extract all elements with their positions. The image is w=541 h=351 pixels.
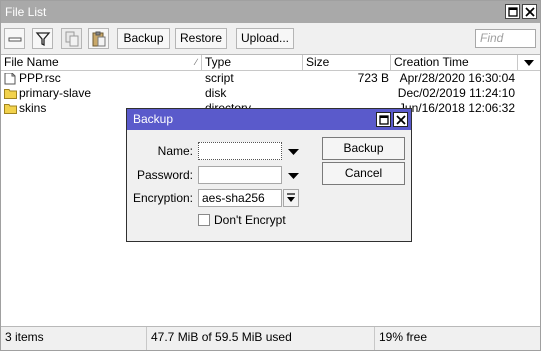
maximize-button[interactable] bbox=[505, 4, 520, 19]
minus-icon bbox=[8, 37, 22, 42]
status-disk-usage: 47.7 MiB of 59.5 MiB used bbox=[147, 327, 375, 350]
dialog-title: Backup bbox=[133, 112, 174, 126]
filter-icon bbox=[35, 32, 51, 47]
backup-dialog: Backup Name: Password: Encryption: aes-s… bbox=[126, 108, 412, 242]
column-header-type[interactable]: Type bbox=[202, 55, 303, 71]
restore-button[interactable]: Restore bbox=[175, 28, 227, 49]
password-label: Password: bbox=[136, 168, 193, 182]
close-icon bbox=[525, 7, 535, 17]
encryption-select[interactable]: aes-sha256 bbox=[198, 189, 282, 207]
dialog-maximize-button[interactable] bbox=[376, 112, 391, 127]
find-input[interactable]: Find bbox=[475, 29, 536, 48]
name-field[interactable] bbox=[198, 142, 282, 160]
password-field[interactable] bbox=[198, 166, 282, 184]
column-header-creation-time[interactable]: Creation Time bbox=[391, 55, 518, 71]
folder-icon bbox=[4, 104, 17, 114]
maximize-icon bbox=[379, 115, 389, 125]
table-row[interactable]: PPP.rsc script 723 B Apr/28/2020 16:30:0… bbox=[1, 71, 519, 86]
upload-button[interactable]: Upload... bbox=[236, 28, 294, 49]
close-button[interactable] bbox=[522, 4, 537, 19]
folder-icon bbox=[4, 89, 17, 99]
status-item-count: 3 items bbox=[1, 327, 147, 350]
dont-encrypt-label: Don't Encrypt bbox=[214, 213, 286, 227]
column-menu-button[interactable] bbox=[518, 55, 540, 71]
status-free-space: 19% free bbox=[379, 330, 428, 344]
backup-toolbar-button[interactable]: Backup bbox=[117, 28, 170, 49]
dont-encrypt-checkbox[interactable] bbox=[198, 214, 210, 226]
chevron-down-icon bbox=[287, 193, 295, 202]
table-header: File Name ∕ Type Size Creation Time bbox=[1, 55, 540, 71]
filter-button[interactable] bbox=[32, 28, 53, 49]
paste-button[interactable] bbox=[88, 28, 109, 49]
password-dropdown-icon[interactable] bbox=[287, 171, 300, 181]
status-bar: 3 items 47.7 MiB of 59.5 MiB used 19% fr… bbox=[1, 326, 540, 350]
dialog-titlebar[interactable]: Backup bbox=[127, 109, 411, 130]
encryption-label: Encryption: bbox=[132, 191, 193, 205]
maximize-icon bbox=[508, 7, 518, 17]
column-header-size[interactable]: Size bbox=[303, 55, 391, 71]
toolbar: Backup Restore Upload... Find bbox=[1, 23, 540, 54]
file-icon bbox=[4, 73, 16, 85]
dialog-backup-button[interactable]: Backup bbox=[322, 137, 405, 160]
remove-button[interactable] bbox=[4, 28, 25, 49]
column-header-file-name[interactable]: File Name ∕ bbox=[1, 55, 202, 71]
sort-icon: ∕ bbox=[195, 57, 197, 67]
name-dropdown-icon[interactable] bbox=[287, 147, 300, 157]
copy-button[interactable] bbox=[61, 28, 82, 49]
dialog-close-button[interactable] bbox=[393, 112, 408, 127]
dialog-cancel-button[interactable]: Cancel bbox=[322, 162, 405, 185]
table-row[interactable]: primary-slave disk Dec/02/2019 11:24:10 bbox=[1, 86, 519, 101]
encryption-dropdown-button[interactable] bbox=[283, 189, 299, 207]
copy-icon bbox=[65, 31, 79, 47]
close-icon bbox=[396, 115, 406, 125]
name-label: Name: bbox=[157, 144, 193, 158]
chevron-down-icon bbox=[524, 60, 534, 66]
window-title: File List bbox=[5, 5, 47, 19]
paste-icon bbox=[92, 31, 106, 47]
window-titlebar[interactable]: File List bbox=[1, 1, 540, 23]
